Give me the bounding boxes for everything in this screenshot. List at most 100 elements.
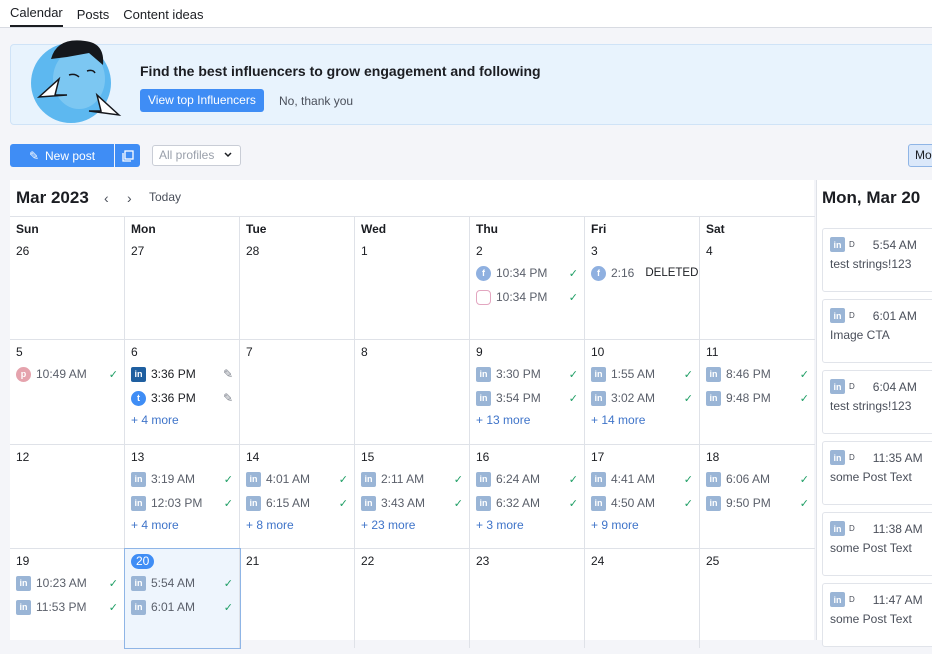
post-card[interactable]: in D 6:04 AM test strings!123	[822, 370, 932, 434]
post-event[interactable]: in 4:01 AM ✓	[246, 467, 348, 491]
post-event[interactable]: in 8:46 PM ✓	[706, 362, 809, 386]
day-cell[interactable]: 13 in 3:19 AM ✓ in 12:03 PM ✓ + 4 more	[125, 445, 240, 548]
post-event[interactable]: in 1:55 AM ✓	[591, 362, 693, 386]
post-event[interactable]: in 6:15 AM ✓	[246, 491, 348, 515]
post-text: Image CTA	[830, 328, 890, 342]
post-event[interactable]: t 3:36 PM ✎	[131, 386, 233, 410]
more-posts-link[interactable]: + 3 more	[476, 518, 578, 532]
day-cell[interactable]: 10 in 1:55 AM ✓ in 3:02 AM ✓ + 14 more	[585, 340, 700, 444]
post-event[interactable]: in 3:43 AM ✓	[361, 491, 463, 515]
day-cell[interactable]: 15 in 2:11 AM ✓ in 3:43 AM ✓ + 23 more	[355, 445, 470, 548]
prev-month-button[interactable]: ‹	[104, 190, 109, 206]
post-event[interactable]: in 3:02 AM ✓	[591, 386, 693, 410]
duplicate-post-button[interactable]	[115, 144, 140, 167]
post-event[interactable]: in 10:23 AM ✓	[16, 571, 118, 595]
day-cell[interactable]: 7	[240, 340, 355, 444]
weekday-label: Mon	[131, 222, 156, 236]
day-cell[interactable]: Sat 4	[700, 217, 815, 339]
post-event[interactable]: in 5:54 AM ✓	[131, 571, 233, 595]
post-card[interactable]: in D 11:35 AM some Post Text	[822, 441, 932, 505]
more-posts-link[interactable]: + 14 more	[591, 413, 693, 427]
post-event[interactable]: in 9:48 PM ✓	[706, 386, 809, 410]
day-cell[interactable]: 14 in 4:01 AM ✓ in 6:15 AM ✓ + 8 more	[240, 445, 355, 548]
linkedin-icon: in	[476, 495, 491, 511]
profile-badge: D	[849, 240, 855, 249]
today-button[interactable]: Today	[149, 190, 181, 204]
tab-calendar[interactable]: Calendar	[10, 5, 63, 27]
day-cell[interactable]: 25	[700, 549, 815, 648]
dismiss-banner-button[interactable]: No, thank you	[279, 94, 353, 108]
post-time: 10:49 AM	[36, 367, 87, 381]
day-cell[interactable]: 11 in 8:46 PM ✓ in 9:48 PM ✓	[700, 340, 815, 444]
more-posts-link[interactable]: + 4 more	[131, 413, 233, 427]
day-cell[interactable]: 6 in 3:36 PM ✎ t 3:36 PM ✎ + 4 more	[125, 340, 240, 444]
day-cell[interactable]: Sun 26	[10, 217, 125, 339]
more-posts-link[interactable]: + 9 more	[591, 518, 693, 532]
day-cell[interactable]: Thu 2 f 10:34 PM ✓ 10:34 PM ✓	[470, 217, 585, 339]
linkedin-icon: in	[476, 471, 491, 487]
day-cell[interactable]: 8	[355, 340, 470, 444]
edit-icon[interactable]: ✎	[223, 391, 233, 405]
post-event[interactable]: p 10:49 AM ✓	[16, 362, 118, 386]
day-cell[interactable]: 23	[470, 549, 585, 648]
edit-icon[interactable]: ✎	[223, 367, 233, 381]
post-card[interactable]: in D 5:54 AM test strings!123	[822, 228, 932, 292]
day-cell[interactable]: 21	[240, 549, 355, 648]
check-icon: ✓	[223, 601, 233, 614]
post-event[interactable]: f 2:16 DELETED	[591, 261, 698, 285]
day-cell[interactable]: 16 in 6:24 AM ✓ in 6:32 AM ✓ + 3 more	[470, 445, 585, 548]
twitter-icon: t	[131, 390, 146, 406]
post-event[interactable]: in 4:41 AM ✓	[591, 467, 693, 491]
more-posts-link[interactable]: + 8 more	[246, 518, 348, 532]
post-event[interactable]: in 3:30 PM ✓	[476, 362, 578, 386]
linkedin-icon: in	[591, 471, 606, 487]
day-cell[interactable]: 22	[355, 549, 470, 648]
next-month-button[interactable]: ›	[127, 190, 132, 206]
post-event[interactable]: 10:34 PM ✓	[476, 285, 578, 309]
day-cell[interactable]: 18 in 6:06 AM ✓ in 9:50 PM ✓	[700, 445, 815, 548]
day-cell[interactable]: Mon 27	[125, 217, 240, 339]
post-event[interactable]: in 3:54 PM ✓	[476, 386, 578, 410]
post-card[interactable]: in D 11:47 AM some Post Text	[822, 583, 932, 647]
profiles-dropdown[interactable]: All profiles	[152, 145, 241, 166]
day-cell[interactable]: 19 in 10:23 AM ✓ in 11:53 PM ✓	[10, 549, 125, 648]
today-day-number: 20	[131, 554, 155, 569]
day-cell[interactable]: 5 p 10:49 AM ✓	[10, 340, 125, 444]
post-event[interactable]: in 12:03 PM ✓	[131, 491, 233, 515]
more-posts-link[interactable]: + 23 more	[361, 518, 463, 532]
day-cell[interactable]: 17 in 4:41 AM ✓ in 4:50 AM ✓ + 9 more	[585, 445, 700, 548]
post-event[interactable]: in 3:36 PM ✎	[131, 362, 233, 386]
view-mode-toggle[interactable]: Mo	[908, 144, 932, 167]
day-cell[interactable]: 24	[585, 549, 700, 648]
post-event[interactable]: in 9:50 PM ✓	[706, 491, 809, 515]
day-cell[interactable]: Tue 28	[240, 217, 355, 339]
more-posts-link[interactable]: + 4 more	[131, 518, 233, 532]
profile-badge: D	[849, 524, 855, 533]
tab-posts[interactable]: Posts	[77, 7, 110, 27]
post-card[interactable]: in D 11:38 AM some Post Text	[822, 512, 932, 576]
post-event[interactable]: in 4:50 AM ✓	[591, 491, 693, 515]
view-top-influencers-button[interactable]: View top Influencers	[140, 89, 264, 112]
post-time: 3:36 PM	[151, 367, 196, 381]
post-time: 9:48 PM	[726, 391, 771, 405]
post-event[interactable]: f 10:34 PM ✓	[476, 261, 578, 285]
post-event[interactable]: in 6:24 AM ✓	[476, 467, 578, 491]
check-icon: ✓	[683, 473, 693, 486]
more-posts-link[interactable]: + 13 more	[476, 413, 578, 427]
day-cell[interactable]: 12	[10, 445, 125, 548]
post-event[interactable]: in 3:19 AM ✓	[131, 467, 233, 491]
tab-content-ideas[interactable]: Content ideas	[123, 7, 203, 27]
post-event[interactable]: in 6:01 AM ✓	[131, 595, 233, 619]
day-number: 17	[591, 450, 605, 464]
post-event[interactable]: in 6:32 AM ✓	[476, 491, 578, 515]
post-event[interactable]: in 6:06 AM ✓	[706, 467, 809, 491]
post-event[interactable]: in 2:11 AM ✓	[361, 467, 463, 491]
day-cell[interactable]: Wed 1	[355, 217, 470, 339]
post-card[interactable]: in D 6:01 AM Image CTA	[822, 299, 932, 363]
day-cell[interactable]: 9 in 3:30 PM ✓ in 3:54 PM ✓ + 13 more	[470, 340, 585, 444]
day-cell-today[interactable]: 20 in 5:54 AM ✓ in 6:01 AM ✓	[124, 548, 241, 649]
linkedin-icon: in	[16, 575, 31, 591]
day-cell[interactable]: Fri 3 f 2:16 DELETED	[585, 217, 700, 339]
new-post-button[interactable]: ✎ New post	[10, 144, 114, 167]
post-event[interactable]: in 11:53 PM ✓	[16, 595, 118, 619]
